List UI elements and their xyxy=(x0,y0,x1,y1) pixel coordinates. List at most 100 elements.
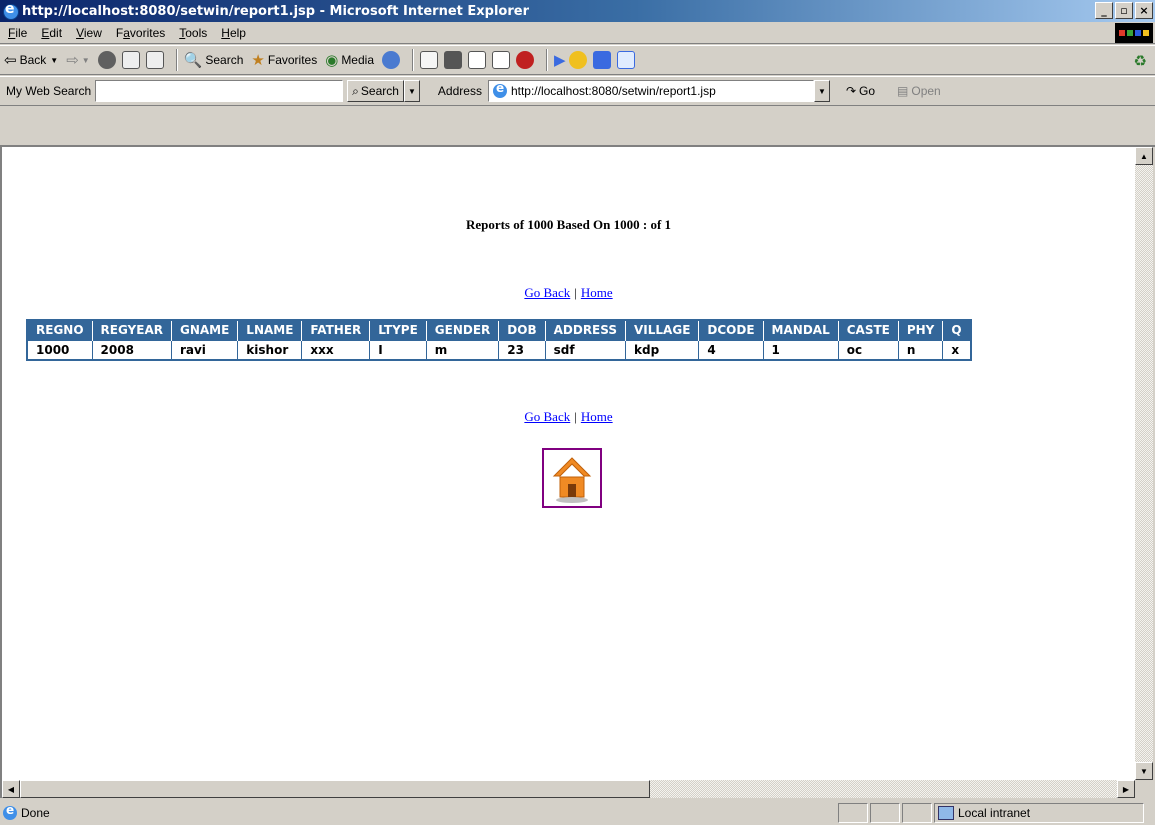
column-header: FATHER xyxy=(301,320,371,340)
column-header: VILLAGE xyxy=(625,320,700,340)
table-cell: xxx xyxy=(301,339,371,361)
status-pane xyxy=(902,802,932,823)
intranet-icon xyxy=(938,805,954,820)
favorites-star-icon: ★ xyxy=(251,52,265,69)
window-title: http://localhost:8080/setwin/report1.jsp… xyxy=(22,3,529,19)
top-nav-links: Go Back | Home xyxy=(2,285,1135,301)
table-cell: x xyxy=(942,339,972,361)
security-zone-cell: Local intranet xyxy=(934,802,1144,823)
table-cell: 1000 xyxy=(26,339,93,361)
column-header: LTYPE xyxy=(369,320,427,340)
web-search-button[interactable]: ⌕ Search xyxy=(347,80,404,102)
report-table: REGNO REGYEAR GNAME LNAME FATHER LTYPE G… xyxy=(26,319,972,361)
report-title: Reports of 1000 Based On 1000 : of 1 xyxy=(465,217,672,232)
minimize-button[interactable]: _ xyxy=(1095,2,1113,19)
address-label: Address xyxy=(437,84,482,98)
close-button[interactable]: × xyxy=(1135,2,1153,19)
table-cell: oc xyxy=(837,339,899,361)
go-back-link[interactable]: Go Back xyxy=(524,409,570,424)
smiley-icon[interactable] xyxy=(568,51,587,69)
dropdown-arrow-icon: ▼ xyxy=(81,55,90,65)
media-toolbar-button[interactable]: ◉ Media xyxy=(325,51,374,69)
scrollbar-corner xyxy=(1135,780,1153,798)
home-link[interactable]: Home xyxy=(581,409,613,424)
toolbar-extra-icon[interactable]: ♻ xyxy=(1134,52,1147,70)
table-cell: kdp xyxy=(625,339,700,361)
menu-view[interactable]: View xyxy=(70,26,108,40)
status-bar: Done Local intranet xyxy=(0,800,1155,825)
menu-edit[interactable]: Edit xyxy=(35,26,68,40)
search-dropdown-button[interactable]: ▼ xyxy=(403,80,420,102)
cursor-icon[interactable]: ▶ xyxy=(554,51,566,69)
web-search-label: My Web Search xyxy=(6,84,92,98)
column-header: ADDRESS xyxy=(545,320,627,340)
table-cell: 23 xyxy=(498,339,546,361)
screen-icon[interactable] xyxy=(592,51,611,69)
mail-icon[interactable] xyxy=(420,51,438,69)
discuss-icon[interactable] xyxy=(492,51,510,69)
column-header: GNAME xyxy=(171,320,239,340)
ie-status-icon xyxy=(3,803,17,820)
table-cell: sdf xyxy=(544,339,627,361)
history-icon[interactable] xyxy=(382,51,400,69)
horizontal-scrollbar[interactable]: ◀ ▶ xyxy=(2,780,1135,798)
open-button[interactable]: ▤ Open xyxy=(897,84,941,98)
column-header: MANDAL xyxy=(763,320,839,340)
messenger-icon[interactable] xyxy=(516,51,534,69)
print-icon[interactable] xyxy=(444,51,462,69)
column-header: PHY xyxy=(898,320,944,340)
ie-page-icon[interactable] xyxy=(616,51,635,69)
stop-icon[interactable] xyxy=(97,51,116,69)
back-button[interactable]: ⇦ Back ▼ xyxy=(4,51,58,69)
address-input[interactable]: http://localhost:8080/setwin/report1.jsp xyxy=(487,80,814,102)
table-header-row: REGNO REGYEAR GNAME LNAME FATHER LTYPE G… xyxy=(27,320,972,340)
menu-tools[interactable]: Tools xyxy=(173,26,213,40)
table-cell: n xyxy=(897,339,944,361)
table-cell: 1 xyxy=(762,339,839,361)
refresh-icon[interactable] xyxy=(121,51,140,69)
toolbar-separator xyxy=(175,49,178,71)
table-row: 1000 2008 ravi kishor xxx I m 23 sdf kdp… xyxy=(26,339,972,361)
window-controls: _ ▫ × xyxy=(1093,2,1153,19)
search-magnifier-icon: ⌕ xyxy=(352,83,359,98)
scroll-down-button[interactable]: ▼ xyxy=(1135,762,1153,780)
scroll-up-button[interactable]: ▲ xyxy=(1135,147,1153,165)
bottom-nav-links: Go Back | Home xyxy=(2,409,1135,425)
scroll-left-button[interactable]: ◀ xyxy=(2,780,20,798)
dropdown-arrow-icon: ▼ xyxy=(50,55,59,65)
column-header: REGNO xyxy=(27,320,93,340)
edit-icon[interactable] xyxy=(468,51,486,69)
column-header: DCODE xyxy=(698,320,764,340)
column-header: DOB xyxy=(498,320,546,340)
menu-help[interactable]: Help xyxy=(215,26,252,40)
maximize-button[interactable]: ▫ xyxy=(1115,2,1133,19)
go-arrow-icon: ↷ xyxy=(845,84,857,98)
address-dropdown-button[interactable]: ▼ xyxy=(813,80,830,102)
search-toolbar-button[interactable]: 🔍 Search xyxy=(184,51,244,69)
menu-file[interactable]: File xyxy=(2,26,33,40)
toolbar-separator xyxy=(412,49,414,71)
scroll-right-button[interactable]: ▶ xyxy=(1117,780,1135,798)
media-icon: ◉ xyxy=(325,52,339,69)
favorites-toolbar-button[interactable]: ★ Favorites xyxy=(251,51,317,69)
web-search-input[interactable] xyxy=(95,80,344,102)
vertical-scrollbar[interactable]: ▲ ▼ xyxy=(1135,147,1153,780)
go-button[interactable]: ↷ Go xyxy=(846,84,875,98)
menu-bar: File Edit View Favorites Tools Help xyxy=(0,22,1155,44)
home-toolbar-icon[interactable] xyxy=(145,51,164,69)
back-arrow-icon: ⇦ xyxy=(4,52,17,69)
horizontal-scroll-thumb[interactable] xyxy=(20,780,650,798)
table-cell: I xyxy=(369,339,427,361)
home-image-icon[interactable] xyxy=(542,448,602,508)
table-cell: 4 xyxy=(698,339,764,361)
forward-button[interactable]: ⇨ ▼ xyxy=(66,51,90,69)
column-header: GENDER xyxy=(426,320,500,340)
column-header: Q xyxy=(942,320,972,340)
table-cell: m xyxy=(425,339,500,361)
status-pane xyxy=(870,802,900,823)
home-link[interactable]: Home xyxy=(581,285,613,300)
go-back-link[interactable]: Go Back xyxy=(524,285,570,300)
menu-favorites[interactable]: Favorites xyxy=(110,26,171,40)
forward-arrow-icon: ⇨ xyxy=(66,52,79,69)
open-folder-icon: ▤ xyxy=(897,84,909,98)
